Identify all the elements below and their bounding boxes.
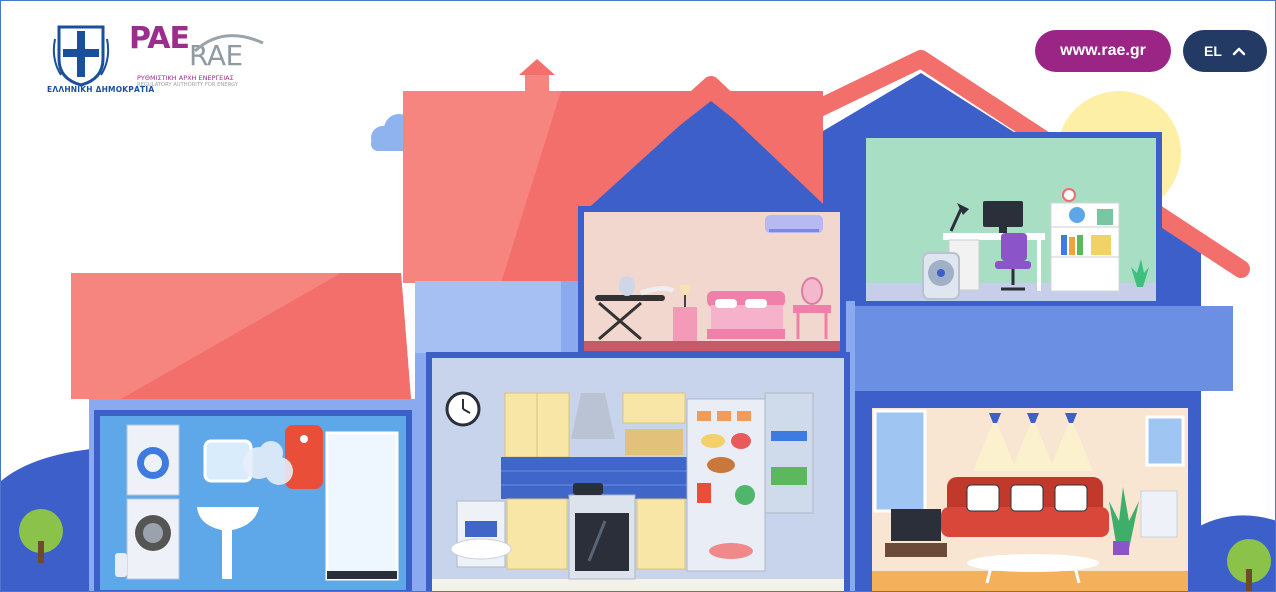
- app-frame: ΕΛΛΗΝΙΚΗ ΔΗΜΟΚΡΑΤΙΑ PAE RAE ΡΥΘΜΙΣΤΙΚΗ Α…: [0, 0, 1276, 592]
- chevron-up-icon: [1232, 47, 1246, 56]
- office: [860, 132, 1162, 306]
- chimney: [525, 75, 549, 131]
- logo-area: ΕΛΛΗΝΙΚΗ ΔΗΜΟΚΡΑΤΙΑ PAE RAE ΡΥΘΜΙΣΤΙΚΗ Α…: [47, 19, 281, 99]
- logo-swoosh-icon: [193, 34, 264, 53]
- rae-logo[interactable]: PAE RAE ΡΥΘΜΙΣΤΙΚΗ ΑΡΧΗ ΕΝΕΡΓΕΙΑΣ REGULA…: [129, 21, 279, 93]
- bedroom: [578, 206, 846, 356]
- language-label: EL: [1204, 43, 1222, 59]
- website-link-button[interactable]: www.rae.gr: [1035, 30, 1171, 72]
- living-room: [866, 402, 1194, 591]
- bathroom: [94, 410, 412, 591]
- logo-subtitle-en: REGULATORY AUTHORITY FOR ENERGY: [137, 82, 239, 88]
- logo-greek-text: PAE: [129, 21, 190, 56]
- kitchen: [426, 352, 850, 591]
- logo-subtitle-gr: ΡΥΘΜΙΣΤΙΚΗ ΑΡΧΗ ΕΝΕΡΓΕΙΑΣ: [137, 74, 234, 82]
- greek-coat-of-arms-icon: [52, 25, 110, 87]
- language-selector[interactable]: EL: [1183, 30, 1267, 72]
